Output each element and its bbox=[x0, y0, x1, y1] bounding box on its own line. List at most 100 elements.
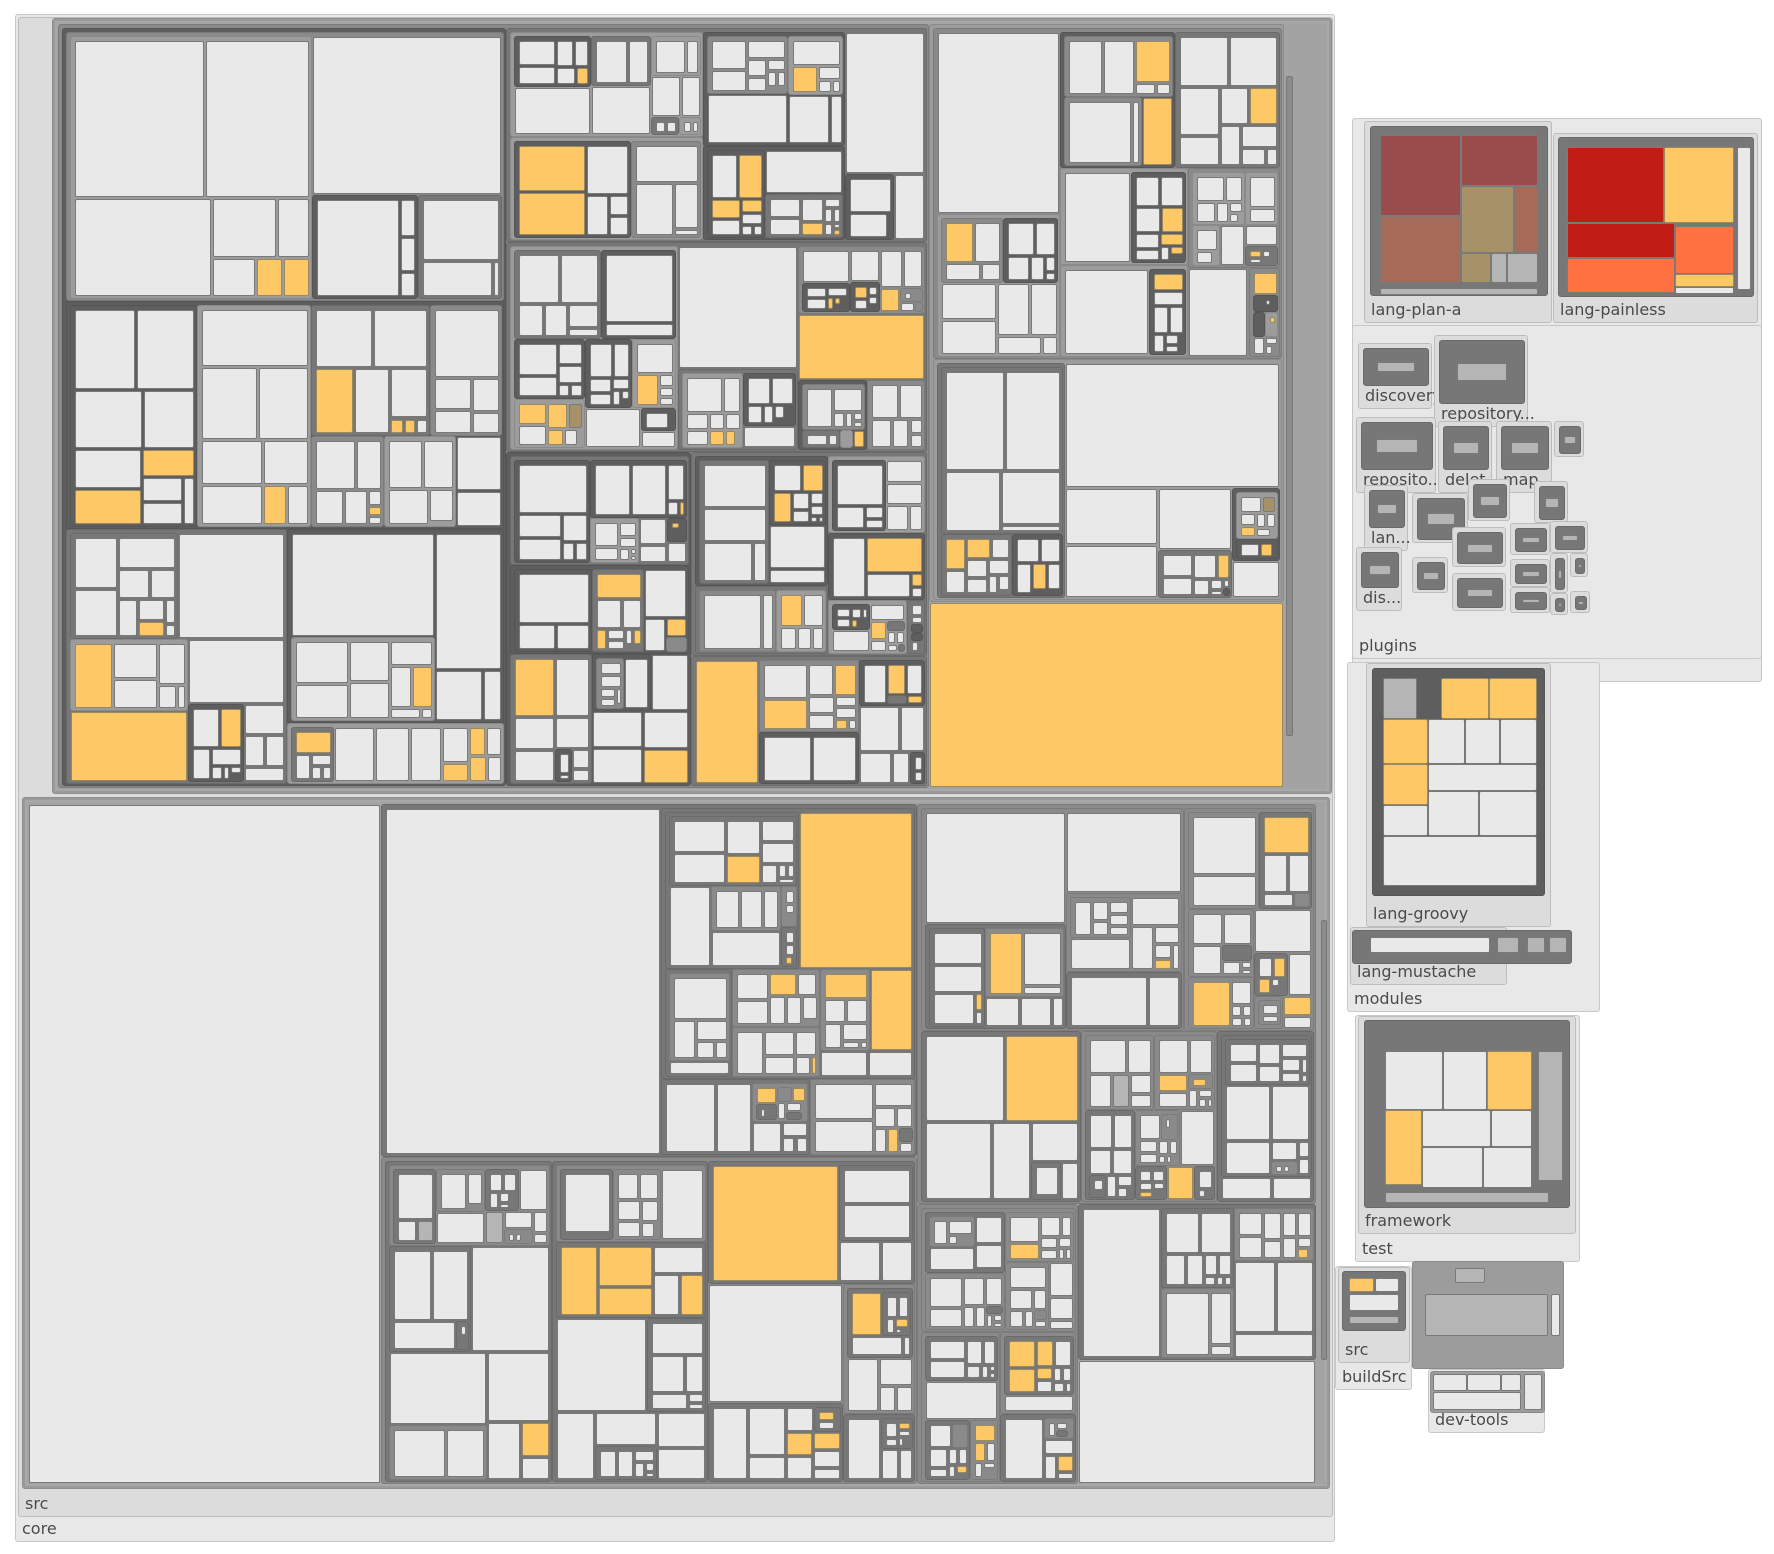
file-tile-highlighted[interactable] bbox=[1261, 544, 1273, 557]
directory-block[interactable] bbox=[677, 368, 799, 451]
file-tile[interactable] bbox=[1225, 1276, 1231, 1286]
file-tile-highlighted[interactable] bbox=[770, 973, 796, 996]
file-tile[interactable] bbox=[1166, 345, 1178, 352]
file-tile[interactable] bbox=[837, 609, 851, 618]
directory-block[interactable] bbox=[554, 748, 572, 782]
file-tile[interactable] bbox=[202, 368, 258, 440]
file-tile[interactable] bbox=[556, 67, 575, 85]
directory-block[interactable] bbox=[1066, 971, 1182, 1030]
file-tile[interactable] bbox=[1281, 1059, 1301, 1072]
plugin-package[interactable] bbox=[1550, 593, 1568, 615]
file-tile[interactable] bbox=[1008, 257, 1030, 280]
file-tile[interactable] bbox=[773, 465, 801, 492]
file-tile[interactable] bbox=[808, 696, 834, 714]
directory-block[interactable] bbox=[1003, 218, 1059, 283]
file-tile[interactable] bbox=[559, 753, 569, 773]
directory-block[interactable] bbox=[846, 1287, 913, 1358]
file-tile[interactable] bbox=[178, 534, 284, 639]
file-tile[interactable] bbox=[572, 749, 589, 769]
file-tile[interactable] bbox=[596, 41, 627, 84]
file-tile[interactable] bbox=[600, 676, 622, 687]
directory-block[interactable] bbox=[1194, 1166, 1216, 1201]
directory-block[interactable] bbox=[1558, 137, 1754, 297]
file-tile[interactable] bbox=[519, 254, 560, 304]
file-tile-highlighted[interactable] bbox=[802, 465, 824, 492]
file-tile[interactable] bbox=[929, 1360, 965, 1378]
directory-block[interactable] bbox=[920, 808, 1184, 1032]
file-tile[interactable] bbox=[1455, 1268, 1485, 1284]
file-tile[interactable] bbox=[763, 891, 779, 929]
file-tile[interactable] bbox=[748, 406, 762, 424]
file-tile[interactable] bbox=[1491, 1110, 1533, 1148]
file-tile[interactable] bbox=[888, 644, 897, 652]
file-tile[interactable] bbox=[166, 600, 175, 624]
file-tile[interactable] bbox=[568, 305, 599, 327]
file-tile-highlighted[interactable] bbox=[911, 573, 922, 586]
directory-block[interactable] bbox=[66, 529, 287, 784]
file-tile[interactable] bbox=[277, 199, 310, 257]
file-tile[interactable] bbox=[762, 843, 795, 864]
file-tile[interactable] bbox=[998, 576, 1009, 591]
file-tile[interactable] bbox=[1052, 998, 1064, 1027]
plugin-package[interactable] bbox=[1570, 553, 1588, 577]
directory-block[interactable] bbox=[286, 529, 505, 723]
file-tile[interactable] bbox=[1006, 371, 1060, 471]
file-tile[interactable] bbox=[142, 478, 183, 501]
file-tile[interactable] bbox=[142, 502, 183, 525]
file-tile[interactable] bbox=[673, 853, 725, 884]
file-tile[interactable] bbox=[976, 1217, 1002, 1243]
file-tile-highlighted[interactable] bbox=[470, 727, 486, 756]
file-tile[interactable] bbox=[1062, 1217, 1072, 1236]
file-tile[interactable] bbox=[1002, 472, 1060, 524]
directory-block[interactable] bbox=[706, 149, 765, 238]
file-tile-highlighted[interactable] bbox=[598, 1247, 652, 1287]
file-tile[interactable] bbox=[1385, 1192, 1549, 1204]
file-tile-highlighted[interactable] bbox=[880, 288, 899, 311]
file-tile-highlighted[interactable] bbox=[851, 1292, 881, 1336]
directory-block[interactable] bbox=[1559, 426, 1581, 454]
file-tile[interactable] bbox=[585, 408, 640, 448]
file-tile[interactable] bbox=[1663, 147, 1734, 224]
directory-block[interactable] bbox=[940, 533, 1012, 597]
directory-block[interactable] bbox=[1183, 808, 1314, 1032]
file-tile[interactable] bbox=[1044, 1440, 1074, 1454]
file-tile[interactable] bbox=[1009, 1289, 1033, 1309]
file-tile[interactable] bbox=[193, 749, 211, 779]
directory-block[interactable] bbox=[389, 1424, 488, 1480]
directory-block[interactable] bbox=[1004, 1212, 1075, 1263]
file-tile[interactable] bbox=[295, 755, 311, 779]
file-tile[interactable] bbox=[828, 434, 838, 446]
file-tile[interactable] bbox=[1058, 1248, 1064, 1260]
file-tile[interactable] bbox=[1422, 1110, 1492, 1148]
file-tile[interactable] bbox=[991, 538, 1009, 559]
file-tile[interactable] bbox=[139, 600, 165, 621]
directory-block[interactable] bbox=[1258, 812, 1312, 909]
directory-block[interactable] bbox=[1252, 312, 1266, 338]
file-tile[interactable] bbox=[1466, 588, 1494, 598]
directory-block[interactable] bbox=[668, 816, 798, 887]
file-tile[interactable] bbox=[1133, 102, 1139, 163]
file-tile[interactable] bbox=[915, 757, 922, 770]
file-tile[interactable] bbox=[1298, 1213, 1311, 1236]
file-tile[interactable] bbox=[945, 472, 1001, 531]
file-tile[interactable] bbox=[994, 1322, 1002, 1328]
file-tile[interactable] bbox=[224, 767, 230, 779]
file-tile[interactable] bbox=[456, 437, 502, 490]
file-tile[interactable] bbox=[660, 387, 673, 397]
file-tile[interactable] bbox=[903, 1337, 910, 1355]
file-tile[interactable] bbox=[1131, 1074, 1151, 1094]
file-tile[interactable] bbox=[1110, 914, 1128, 926]
file-tile[interactable] bbox=[871, 605, 904, 621]
directory-block[interactable] bbox=[591, 569, 644, 653]
directory-block[interactable] bbox=[828, 532, 925, 601]
file-tile[interactable] bbox=[504, 1211, 533, 1228]
directory-block[interactable] bbox=[731, 1026, 820, 1078]
file-tile[interactable] bbox=[966, 1365, 980, 1378]
file-tile[interactable] bbox=[642, 1200, 658, 1221]
directory-block[interactable] bbox=[1066, 892, 1182, 972]
file-tile[interactable] bbox=[386, 809, 660, 1154]
file-tile[interactable] bbox=[865, 506, 883, 519]
file-tile[interactable] bbox=[1104, 41, 1135, 95]
file-tile[interactable] bbox=[937, 33, 1060, 214]
file-tile[interactable] bbox=[556, 1413, 595, 1479]
